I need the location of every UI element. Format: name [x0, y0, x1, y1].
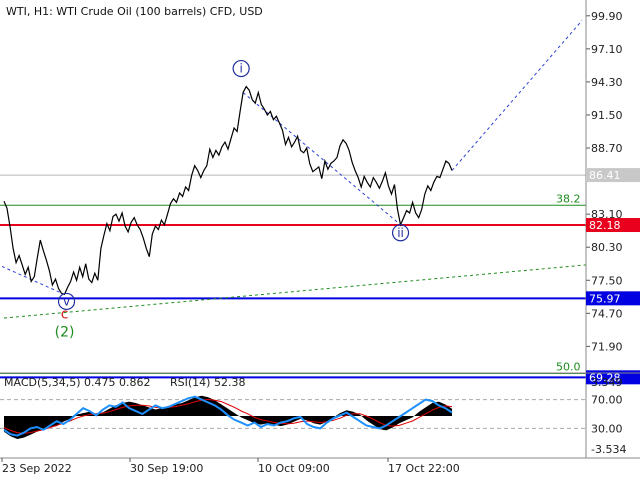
wave-label: ii [397, 226, 404, 240]
wave-label: c [61, 306, 69, 322]
fib-level-label: 38.2 [556, 192, 581, 205]
time-tick-label: 10 Oct 09:00 [258, 462, 330, 475]
wave-label: i [239, 62, 242, 76]
current-price-label: 86.41 [589, 169, 621, 182]
chart-canvas: WTI, H1: WTI Crude Oil (100 barrels) CFD… [0, 0, 640, 475]
rsi-level-label: 70.00 [591, 394, 623, 407]
wave-trend-line [3, 264, 587, 319]
wave-label: (2) [55, 324, 75, 340]
time-tick-label: 23 Sep 2022 [2, 462, 72, 475]
price-tick-label: 80.30 [591, 241, 623, 254]
price-tick-label: 88.70 [591, 142, 623, 155]
macd-tick-label: 3.349 [591, 376, 623, 389]
wave-projection-line [451, 20, 583, 171]
macd-tick-label: -3.534 [591, 443, 626, 456]
price-tick-label: 97.10 [591, 43, 623, 56]
macd-label: MACD(5,34,5) 0.475 0.862 [4, 376, 151, 389]
rsi-level-label: 30.00 [591, 422, 623, 435]
price-tick-label: 71.90 [591, 340, 623, 353]
price-line [3, 85, 453, 296]
price-tick-label: 77.50 [591, 274, 623, 287]
price-level-label: 75.97 [589, 292, 621, 305]
price-tick-label: 74.70 [591, 307, 623, 320]
price-level-label: 82.18 [589, 219, 621, 232]
time-tick-label: 17 Oct 22:00 [388, 462, 460, 475]
price-tick-label: 99.90 [591, 10, 623, 23]
fib-level-label: 50.0 [556, 361, 581, 374]
rsi-label: RSI(14) 52.38 [170, 376, 245, 389]
price-tick-label: 94.30 [591, 76, 623, 89]
time-tick-label: 30 Sep 19:00 [130, 462, 203, 475]
chart-title: WTI, H1: WTI Crude Oil (100 barrels) CFD… [6, 5, 263, 18]
price-tick-label: 91.50 [591, 109, 623, 122]
